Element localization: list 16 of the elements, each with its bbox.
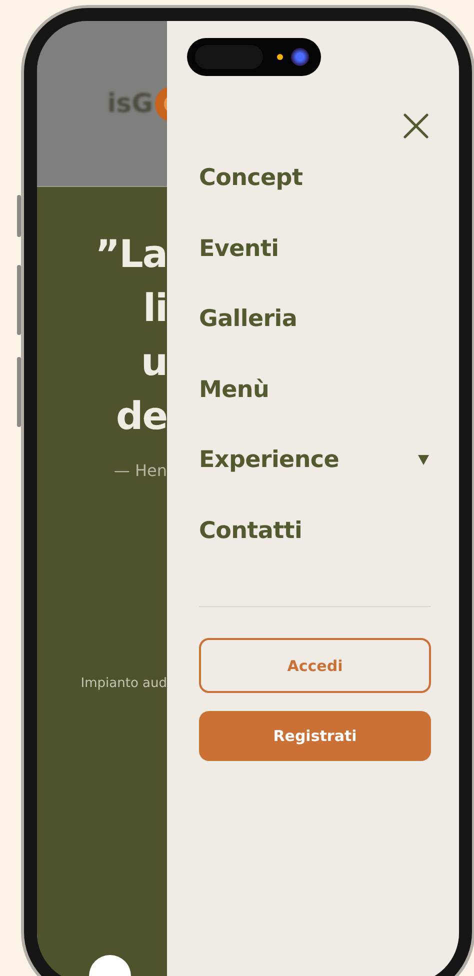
- quote-text: li: [142, 285, 167, 332]
- quote-text: de: [116, 393, 167, 440]
- menu-link[interactable]: Menù: [199, 376, 270, 403]
- quote-text: u: [140, 339, 167, 386]
- quote-text: ”La: [95, 231, 167, 278]
- quote-attribution: — Hen: [114, 461, 167, 480]
- caret-icon[interactable]: [418, 455, 429, 466]
- menu-link[interactable]: Galleria: [199, 306, 298, 332]
- menu-link[interactable]: Eventi: [199, 236, 279, 262]
- menu-link[interactable]: Contatti: [199, 518, 302, 544]
- close-icon[interactable]: [403, 113, 429, 139]
- logo-text: isG: [107, 88, 153, 118]
- register-button[interactable]: Registrati: [199, 711, 431, 761]
- menu-link[interactable]: Concept: [199, 165, 303, 192]
- caption-text: Impianto aud: [80, 676, 167, 691]
- menu-link[interactable]: Experience: [199, 447, 340, 474]
